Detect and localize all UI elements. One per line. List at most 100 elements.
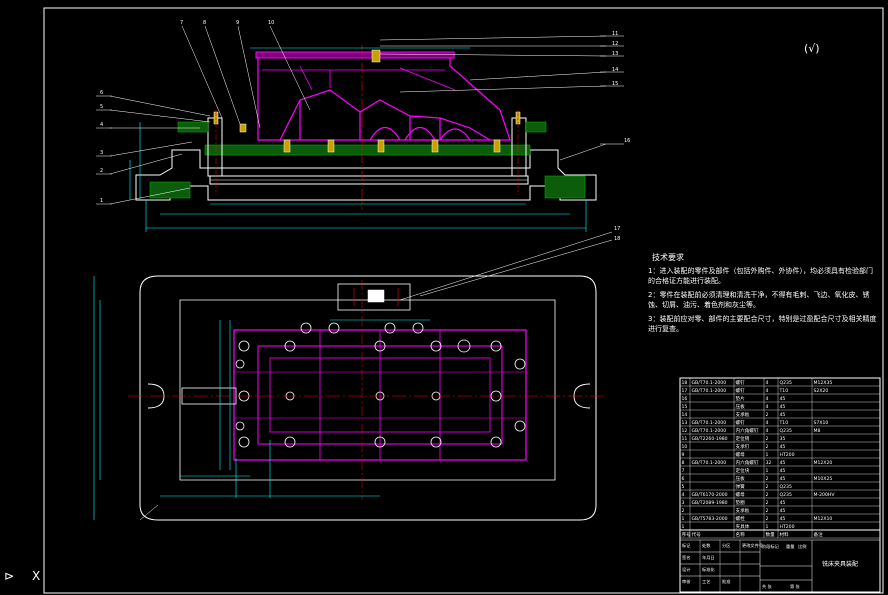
parts-cell-qty: 4 — [766, 420, 769, 426]
parts-cell-code: GB/T70.1-2000 — [692, 388, 727, 394]
balloon-9: 9 — [236, 20, 239, 26]
parts-cell-qty: 32 — [766, 460, 772, 466]
tech-req-item-3: 3：装配前应对零、部件的主要配合尺寸，特别是过盈配合尺寸及相关精度进行复查。 — [648, 315, 877, 333]
parts-cell-mat: 45 — [780, 404, 786, 410]
plan-balloons: 17 18 — [614, 226, 620, 242]
parts-cell-note: M8 — [814, 428, 821, 434]
parts-cell-mat: HT200 — [780, 524, 795, 530]
parts-cell-no: 10 — [682, 444, 688, 450]
parts-cell-mat: 35 — [780, 436, 786, 442]
plan-leader-2 — [419, 239, 613, 297]
parts-cell-qty: 1 — [766, 452, 769, 458]
parts-cell-code: GB/T70.1-2000 — [692, 460, 727, 466]
workpiece-arches — [369, 126, 471, 141]
parts-cell-note: S7X10 — [814, 420, 829, 426]
parts-cell-qty: 4 — [766, 388, 769, 394]
parts-cell-no: 14 — [682, 412, 688, 418]
parts-cell-mat: 45 — [780, 412, 786, 418]
roughness-symbol: (√) — [804, 42, 820, 55]
parts-cell-name: 螺栓 — [736, 515, 746, 522]
parts-cell-no: 6 — [682, 476, 685, 482]
parts-cell-name: 定位块 — [736, 467, 750, 474]
parts-cell-no: 4 — [682, 492, 685, 498]
balloon-3: 3 — [100, 150, 103, 156]
hatch-right — [544, 175, 586, 199]
parts-cell-mat: 45 — [780, 500, 786, 506]
parts-cell-qty: 2 — [766, 476, 769, 482]
parts-cell-name: 支承钉 — [736, 443, 750, 450]
parts-cell-code: GB/T2089-1980 — [692, 500, 728, 506]
parts-cell-mat: 45 — [780, 444, 786, 450]
parts-cell-no: 7 — [682, 468, 685, 474]
parts-cell-qty: 2 — [766, 484, 769, 490]
locating-block-center — [367, 289, 385, 303]
parts-cell-qty: 1 — [766, 524, 769, 530]
title-block-label: 重量 — [786, 543, 794, 550]
balloon-17: 17 — [614, 226, 620, 232]
tech-req-item-2: 2：零件在装配前必须清理和清洗干净，不得有毛刺、飞边、氧化皮、锈蚀、切屑、油污、… — [648, 291, 870, 309]
parts-cell-no: 序号 — [682, 531, 692, 538]
parts-cell-code: GB/T2260-1980 — [692, 436, 728, 442]
parts-cell-mat: 45 — [780, 396, 786, 402]
cad-drawing-canvas: (√) 7 8 9 10 11 12 13 14 15 16 6 5 4 3 2… — [4, 7, 884, 594]
parts-cell-qty: 2 — [766, 492, 769, 498]
parts-cell-qty: 4 — [766, 380, 769, 386]
right-clamp-block — [525, 121, 547, 133]
tech-requirements: 技术要求 1：进入装配的零件及部件（包括外购件、外协件），均必须具有检验部门的合… — [648, 252, 877, 333]
parts-cell-no: 16 — [682, 396, 688, 402]
balloon-16: 16 — [624, 138, 630, 144]
plan-view — [93, 231, 613, 521]
parts-cell-name: 螺母 — [736, 451, 746, 458]
parts-cell-no: 5 — [682, 484, 685, 490]
parts-cell-mat: Q235 — [780, 428, 792, 434]
parts-cell-no: 11 — [682, 436, 688, 442]
balloon-8: 8 — [203, 20, 206, 26]
parts-cell-qty: 2 — [766, 500, 769, 506]
balloon-10: 10 — [268, 20, 274, 26]
section-view — [96, 25, 624, 232]
parts-list: 18 GB/T70.1-2000 螺钉 4 Q235 M12X3517 GB/T70.1-2… — [679, 377, 881, 539]
corner-x-icon: X — [32, 569, 40, 583]
parts-cell-mat: T10 — [779, 388, 789, 394]
parts-cell-mat: T10 — [779, 420, 789, 426]
parts-cell-name: 压板 — [736, 403, 746, 410]
balloon-13: 13 — [612, 51, 618, 57]
parts-cell-code: GB/T70.1-2000 — [692, 428, 727, 434]
base-body-outline — [135, 149, 597, 201]
parts-cell-mat: 45 — [780, 468, 786, 474]
balloon-11: 11 — [612, 31, 618, 37]
plan-base-outline — [139, 275, 597, 521]
plan-leader — [399, 231, 613, 301]
parts-cell-mat: 45 — [780, 460, 786, 466]
balloon-18: 18 — [614, 236, 620, 242]
title-block-label: 年月日 — [702, 554, 715, 561]
parts-cell-no: 17 — [682, 388, 688, 394]
parts-rows: 18 GB/T70.1-2000 螺钉 4 Q235 M12X3517 GB/T70.1-2… — [679, 378, 880, 539]
parts-cell-qty: 2 — [766, 508, 769, 514]
parts-cell-mat: 45 — [780, 516, 786, 522]
title-block-label: 处数 — [702, 542, 711, 549]
title-block-label: 第 张 — [790, 583, 801, 590]
parts-cell-name: 螺母 — [736, 491, 746, 498]
balloon-7: 7 — [180, 20, 183, 26]
parts-cell-qty: 2 — [766, 516, 769, 522]
parts-cell-name: 螺钉 — [736, 379, 746, 386]
parts-cell-name: 压板 — [736, 475, 746, 482]
parts-cell-no: 15 — [682, 404, 688, 410]
workpiece-ribs — [279, 89, 491, 141]
parts-cell-qty: 2 — [766, 444, 769, 450]
parts-cell-name: 内六角螺钉 — [736, 459, 759, 466]
title-block-label: 标记 — [682, 542, 691, 549]
title-block-label: 分区 — [722, 542, 730, 549]
parts-cell-mat: Q235 — [780, 492, 792, 498]
parts-cell-name: 垫片 — [736, 395, 746, 402]
parts-cell-name: 垫圈 — [736, 499, 746, 506]
balloon-6: 6 — [100, 90, 103, 96]
balloon-12: 12 — [612, 41, 618, 47]
parts-cell-mat: 45 — [780, 476, 786, 482]
parts-cell-name: 支承板 — [736, 411, 750, 418]
parts-cell-no: 3 — [682, 500, 685, 506]
parts-cell-name: 夹具体 — [736, 523, 750, 530]
parts-cell-name: 螺钉 — [736, 419, 746, 426]
plan-bolt-circles — [235, 339, 526, 448]
